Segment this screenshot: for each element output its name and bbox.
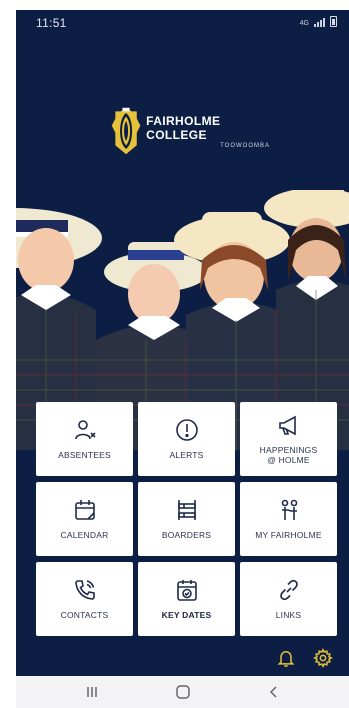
battery-icon	[330, 16, 337, 27]
back-icon	[269, 686, 277, 698]
home-icon	[175, 685, 190, 699]
logo-title: FAIRHOLME COLLEGE	[146, 113, 221, 142]
calendar-icon	[74, 500, 95, 520]
status-icons: 4G	[300, 16, 337, 27]
network-type: 4G	[299, 20, 309, 27]
bunk-bed-icon	[177, 500, 196, 520]
app-screen: 11:51 4G FAIRHOLME COLLEGE TOOWOOMBA ABS…	[16, 10, 349, 676]
my-fairholme-label: MY FAIRHOLME	[255, 530, 322, 540]
links-tile[interactable]: LINKS	[240, 562, 337, 636]
calendar-tile[interactable]: CALENDAR	[36, 482, 133, 556]
system-nav-bar	[16, 676, 349, 708]
gear-icon[interactable]	[313, 648, 333, 668]
alerts-label: ALERTS	[169, 450, 204, 460]
recent-apps-button[interactable]	[78, 682, 106, 702]
key-dates-tile[interactable]: KEY DATES	[138, 562, 235, 636]
absentee-person-icon	[74, 420, 96, 440]
phone-icon	[74, 580, 95, 600]
my-fairholme-tile[interactable]: MY FAIRHOLME	[240, 482, 337, 556]
bell-icon[interactable]	[276, 648, 296, 668]
home-button[interactable]	[169, 682, 197, 702]
happenings-tile[interactable]: HAPPENINGS @ HOLME	[240, 402, 337, 476]
megaphone-icon	[278, 415, 296, 436]
contacts-tile[interactable]: CONTACTS	[36, 562, 133, 636]
status-bar: 11:51 4G	[16, 10, 349, 36]
absentees-tile[interactable]: ABSENTEES	[36, 402, 133, 476]
alert-icon	[175, 419, 198, 441]
people-icon	[281, 499, 297, 520]
boarders-tile[interactable]: BOARDERS	[138, 482, 235, 556]
absentees-label: ABSENTEES	[58, 450, 111, 460]
back-button[interactable]	[260, 682, 288, 702]
bottom-icons	[16, 648, 349, 672]
boarders-label: BOARDERS	[161, 530, 212, 540]
crest-icon	[111, 107, 141, 155]
happenings-label: HAPPENINGS @ HOLME	[259, 445, 318, 465]
link-icon	[279, 579, 298, 601]
calendar-check-icon	[176, 580, 197, 601]
calendar-label: CALENDAR	[60, 530, 109, 540]
menu-grid: ABSENTEES ALERTS HAPPENINGS @ HOLME CALE…	[36, 402, 341, 636]
status-time: 11:51	[36, 16, 67, 30]
logo-subtitle: TOOWOOMBA	[220, 142, 270, 149]
recent-apps-icon	[86, 687, 97, 697]
key-dates-label: KEY DATES	[161, 610, 212, 620]
alerts-tile[interactable]: ALERTS	[138, 402, 235, 476]
signal-icon	[314, 17, 325, 27]
links-label: LINKS	[275, 610, 302, 620]
contacts-label: CONTACTS	[60, 610, 109, 620]
college-logo: FAIRHOLME COLLEGE TOOWOOMBA	[110, 103, 270, 159]
